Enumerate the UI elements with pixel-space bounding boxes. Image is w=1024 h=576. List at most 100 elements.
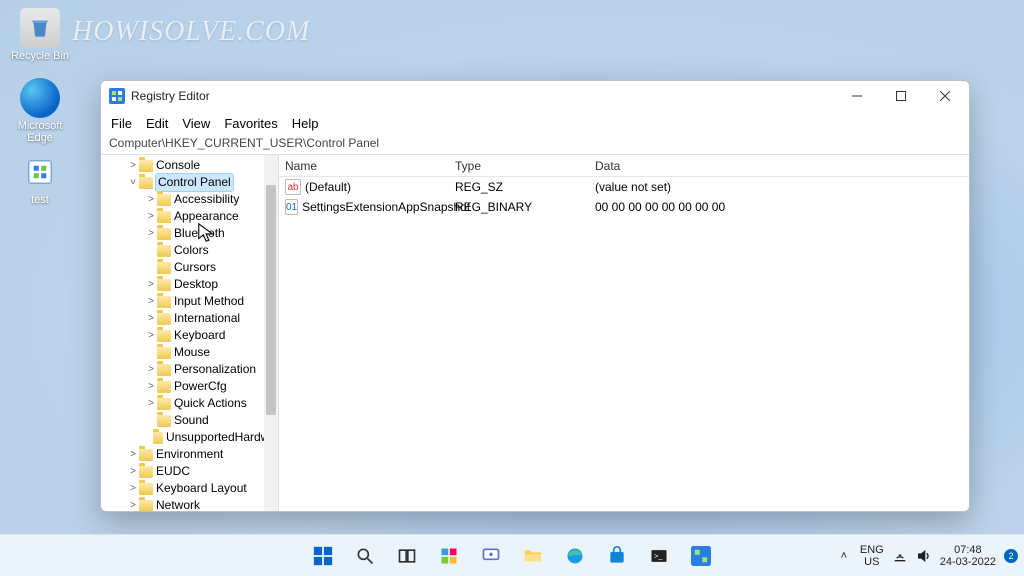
expand-icon[interactable]: >	[127, 497, 139, 511]
menu-bar: File Edit View Favorites Help	[101, 111, 969, 135]
chat-button[interactable]	[472, 537, 510, 575]
titlebar[interactable]: Registry Editor	[101, 81, 969, 111]
taskbar: >_ ˄ ENG US 07:48 24-03-2022 2	[0, 534, 1024, 576]
edge-button[interactable]	[556, 537, 594, 575]
close-button[interactable]	[923, 81, 967, 111]
address-bar[interactable]: Computer\HKEY_CURRENT_USER\Control Panel	[101, 135, 969, 155]
regedit-taskbar-button[interactable]	[682, 537, 720, 575]
expand-icon[interactable]: >	[127, 480, 139, 497]
expand-icon[interactable]: >	[145, 327, 157, 344]
tree-node[interactable]: >Environment	[105, 446, 278, 463]
clock[interactable]: 07:48 24-03-2022	[940, 544, 996, 568]
tree-label: Mouse	[174, 344, 210, 361]
expand-icon[interactable]: ˅	[127, 174, 139, 191]
tree-scrollbar[interactable]	[264, 155, 278, 511]
minimize-button[interactable]	[835, 81, 879, 111]
expand-icon[interactable]: >	[145, 310, 157, 327]
desktop-icon-test[interactable]: test	[8, 152, 72, 206]
folder-icon	[153, 432, 163, 444]
file-explorer-button[interactable]	[514, 537, 552, 575]
expand-icon[interactable]: >	[145, 395, 157, 412]
tree-node[interactable]: UnsupportedHardwa	[105, 429, 278, 446]
expand-icon[interactable]: >	[127, 463, 139, 480]
terminal-button[interactable]: >_	[640, 537, 678, 575]
tree-node[interactable]: >Accessibility	[105, 191, 278, 208]
expand-icon[interactable]: >	[145, 276, 157, 293]
list-header[interactable]: Name Type Data	[279, 155, 969, 177]
tree-node[interactable]: > Keyboard Layout	[105, 480, 278, 497]
tree-node[interactable]: >Input Method	[105, 293, 278, 310]
desktop-icon-label: Microsoft Edge	[18, 120, 63, 144]
search-button[interactable]	[346, 537, 384, 575]
tree-label: EUDC	[156, 463, 190, 480]
menu-view[interactable]: View	[182, 116, 210, 131]
value-name: (Default)	[305, 180, 351, 194]
expand-icon[interactable]: >	[145, 378, 157, 395]
desktop-icon-edge[interactable]: Microsoft Edge	[8, 78, 72, 144]
tree-node[interactable]: Mouse	[105, 344, 278, 361]
expand-icon[interactable]: >	[145, 191, 157, 208]
tree-node[interactable]: >Network	[105, 497, 278, 511]
expand-icon[interactable]: >	[145, 361, 157, 378]
tree-label: Bluetooth	[174, 225, 225, 242]
tree-node[interactable]: > PowerCfg	[105, 378, 278, 395]
notification-badge[interactable]: 2	[1004, 549, 1018, 563]
column-data[interactable]: Data	[595, 159, 969, 173]
network-icon[interactable]	[892, 548, 908, 564]
folder-icon	[157, 211, 171, 223]
expand-icon[interactable]: >	[145, 293, 157, 310]
taskbar-center: >_	[304, 537, 720, 575]
folder-icon	[139, 500, 153, 512]
tree-label: Quick Actions	[174, 395, 247, 412]
scrollbar-thumb[interactable]	[266, 185, 276, 415]
tree-label: Keyboard	[174, 327, 225, 344]
tree-node[interactable]: > Bluetooth	[105, 225, 278, 242]
value-row[interactable]: ab(Default)REG_SZ(value not set)	[279, 177, 969, 197]
expand-icon[interactable]: >	[127, 446, 139, 463]
tree-node[interactable]: > Keyboard	[105, 327, 278, 344]
volume-icon[interactable]	[916, 548, 932, 564]
tree-pane[interactable]: >Console˅Control Panel>Accessibility>App…	[101, 155, 279, 511]
tree-node[interactable]: >Desktop	[105, 276, 278, 293]
menu-help[interactable]: Help	[292, 116, 319, 131]
expand-icon[interactable]: >	[145, 208, 157, 225]
tree-node[interactable]: ˅Control Panel	[105, 174, 278, 191]
menu-edit[interactable]: Edit	[146, 116, 168, 131]
tree-node[interactable]: >International	[105, 310, 278, 327]
expand-icon[interactable]: >	[127, 157, 139, 174]
tree-label: Cursors	[174, 259, 216, 276]
maximize-button[interactable]	[879, 81, 923, 111]
window-title: Registry Editor	[131, 89, 210, 103]
tree-node[interactable]: >Personalization	[105, 361, 278, 378]
column-type[interactable]: Type	[455, 159, 595, 173]
tree-node[interactable]: >Appearance	[105, 208, 278, 225]
desktop-icon-recycle-bin[interactable]: Recycle Bin	[8, 8, 72, 62]
value-name: SettingsExtensionAppSnapshot	[302, 200, 470, 214]
store-button[interactable]	[598, 537, 636, 575]
registry-file-icon	[20, 152, 60, 192]
widgets-button[interactable]	[430, 537, 468, 575]
value-row[interactable]: 01SettingsExtensionAppSnapshotREG_BINARY…	[279, 197, 969, 217]
tree-node[interactable]: Sound	[105, 412, 278, 429]
tree-node[interactable]: Colors	[105, 242, 278, 259]
folder-icon	[157, 381, 171, 393]
tree-node[interactable]: > EUDC	[105, 463, 278, 480]
start-button[interactable]	[304, 537, 342, 575]
column-name[interactable]: Name	[285, 159, 455, 173]
tree-label: Keyboard Layout	[156, 480, 247, 497]
values-pane[interactable]: Name Type Data ab(Default)REG_SZ(value n…	[279, 155, 969, 511]
app-icon	[109, 88, 125, 104]
task-view-button[interactable]	[388, 537, 426, 575]
tree-label: PowerCfg	[174, 378, 227, 395]
tray-overflow-icon[interactable]: ˄	[836, 548, 852, 564]
language-indicator[interactable]: ENG US	[860, 544, 884, 568]
tree-node[interactable]: > Quick Actions	[105, 395, 278, 412]
folder-icon	[139, 160, 153, 172]
expand-icon[interactable]: >	[145, 225, 157, 242]
menu-favorites[interactable]: Favorites	[224, 116, 277, 131]
folder-icon	[157, 228, 171, 240]
menu-file[interactable]: File	[111, 116, 132, 131]
folder-icon	[139, 483, 153, 495]
tree-node[interactable]: >Console	[105, 157, 278, 174]
tree-node[interactable]: Cursors	[105, 259, 278, 276]
